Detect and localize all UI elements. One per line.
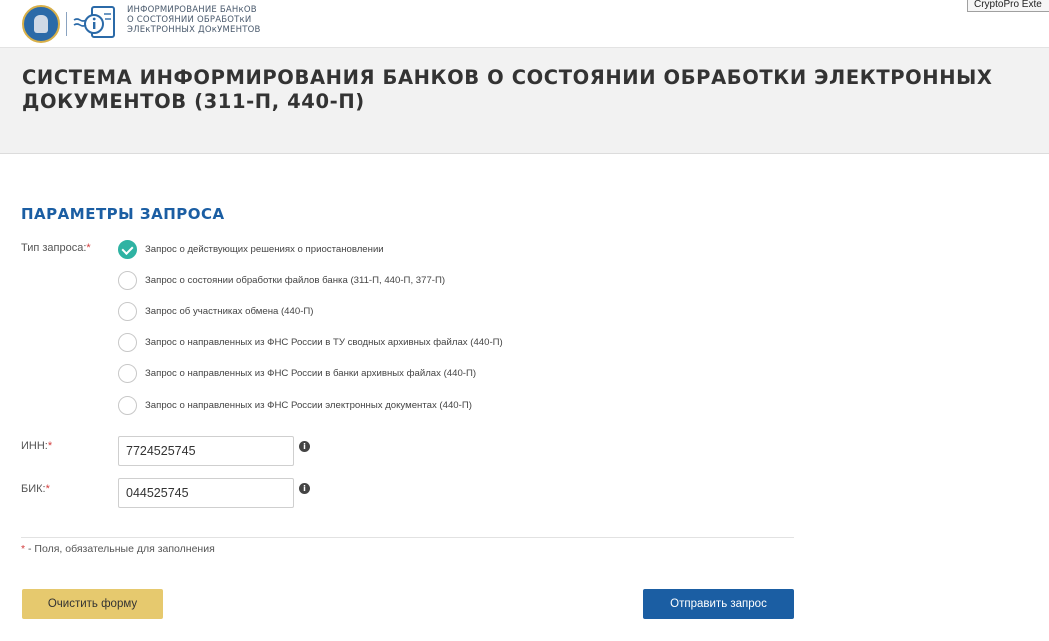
request-type-option-5[interactable]: Запрос о направленных из ФНС России в ба… [118,363,476,383]
required-fields-note: * - Поля, обязательные для заполнения [21,543,215,555]
radio-label: Запрос о направленных из ФНС России элек… [145,399,472,411]
inn-input[interactable] [118,436,294,466]
bik-input[interactable] [118,478,294,508]
bik-label-text: БИК: [21,483,46,495]
request-type-option-3[interactable]: Запрос об участниках обмена (440-П) [118,301,313,321]
logo-caption: ИНФОРМИРОВАНИЕ БАНкОВ О СОСТОЯНИИ ОБРАБО… [127,5,261,35]
logo-line-3: ЭЛЕкТРОННЫХ ДОкУМЕНТОВ [127,25,261,35]
radio-label: Запрос об участниках обмена (440-П) [145,305,314,317]
title-band: СИСТЕМА ИНФОРМИРОВАНИЯ БАНКОВ О СОСТОЯНИ… [0,48,1049,154]
radio-unchecked-icon[interactable] [118,270,137,290]
logo-line-1: ИНФОРМИРОВАНИЕ БАНкОВ [127,5,257,15]
radio-label: Запрос о состоянии обработки файлов банк… [145,274,446,286]
radio-unchecked-icon[interactable] [118,395,137,415]
radio-checked-icon[interactable] [118,239,137,259]
info-document-logo-icon [73,6,115,38]
logo-divider [66,12,67,36]
required-mark: * [47,440,53,452]
request-type-option-6[interactable]: Запрос о направленных из ФНС России элек… [118,395,472,415]
inn-label-text: ИНН: [21,440,48,452]
site-header: ИНФОРМИРОВАНИЕ БАНкОВ О СОСТОЯНИИ ОБРАБО… [0,0,1049,48]
inn-info-icon[interactable]: i [299,441,310,452]
page-title: СИСТЕМА ИНФОРМИРОВАНИЯ БАНКОВ О СОСТОЯНИ… [22,66,993,113]
request-type-option-4[interactable]: Запрос о направленных из ФНС России в ТУ… [118,332,503,352]
radio-label: Запрос о направленных из ФНС России в ба… [145,367,477,379]
request-type-label-text: Тип запроса: [21,242,87,254]
request-type-option-2[interactable]: Запрос о состоянии обработки файлов банк… [118,270,445,290]
inn-label: ИНН:* [21,440,52,452]
radio-label: Запрос о действующих решениях о приостан… [145,243,384,255]
radio-unchecked-icon[interactable] [118,301,137,321]
browser-extension-tab[interactable]: CryptoPro Exte [967,0,1049,12]
bik-info-icon[interactable]: i [299,483,310,494]
clear-form-button[interactable]: Очистить форму [22,589,163,619]
request-type-label: Тип запроса:* [21,242,91,254]
fns-emblem-icon[interactable] [22,5,60,43]
logo-line-2: О СОСТОЯНИИ ОБРАБОТкИ [127,15,252,25]
required-note-text: - Поля, обязательные для заполнения [25,543,215,555]
radio-unchecked-icon[interactable] [118,332,137,352]
required-mark: * [45,483,50,495]
submit-request-button[interactable]: Отправить запрос [643,589,794,619]
section-title: ПАРАМЕТРЫ ЗАПРОСА [21,205,225,223]
request-type-option-1[interactable]: Запрос о действующих решениях о приостан… [118,239,384,259]
radio-unchecked-icon[interactable] [118,363,137,383]
radio-label: Запрос о направленных из ФНС России в ТУ… [145,336,503,348]
required-mark: * [86,242,91,254]
bik-label: БИК:* [21,483,50,495]
form-divider [21,537,794,538]
